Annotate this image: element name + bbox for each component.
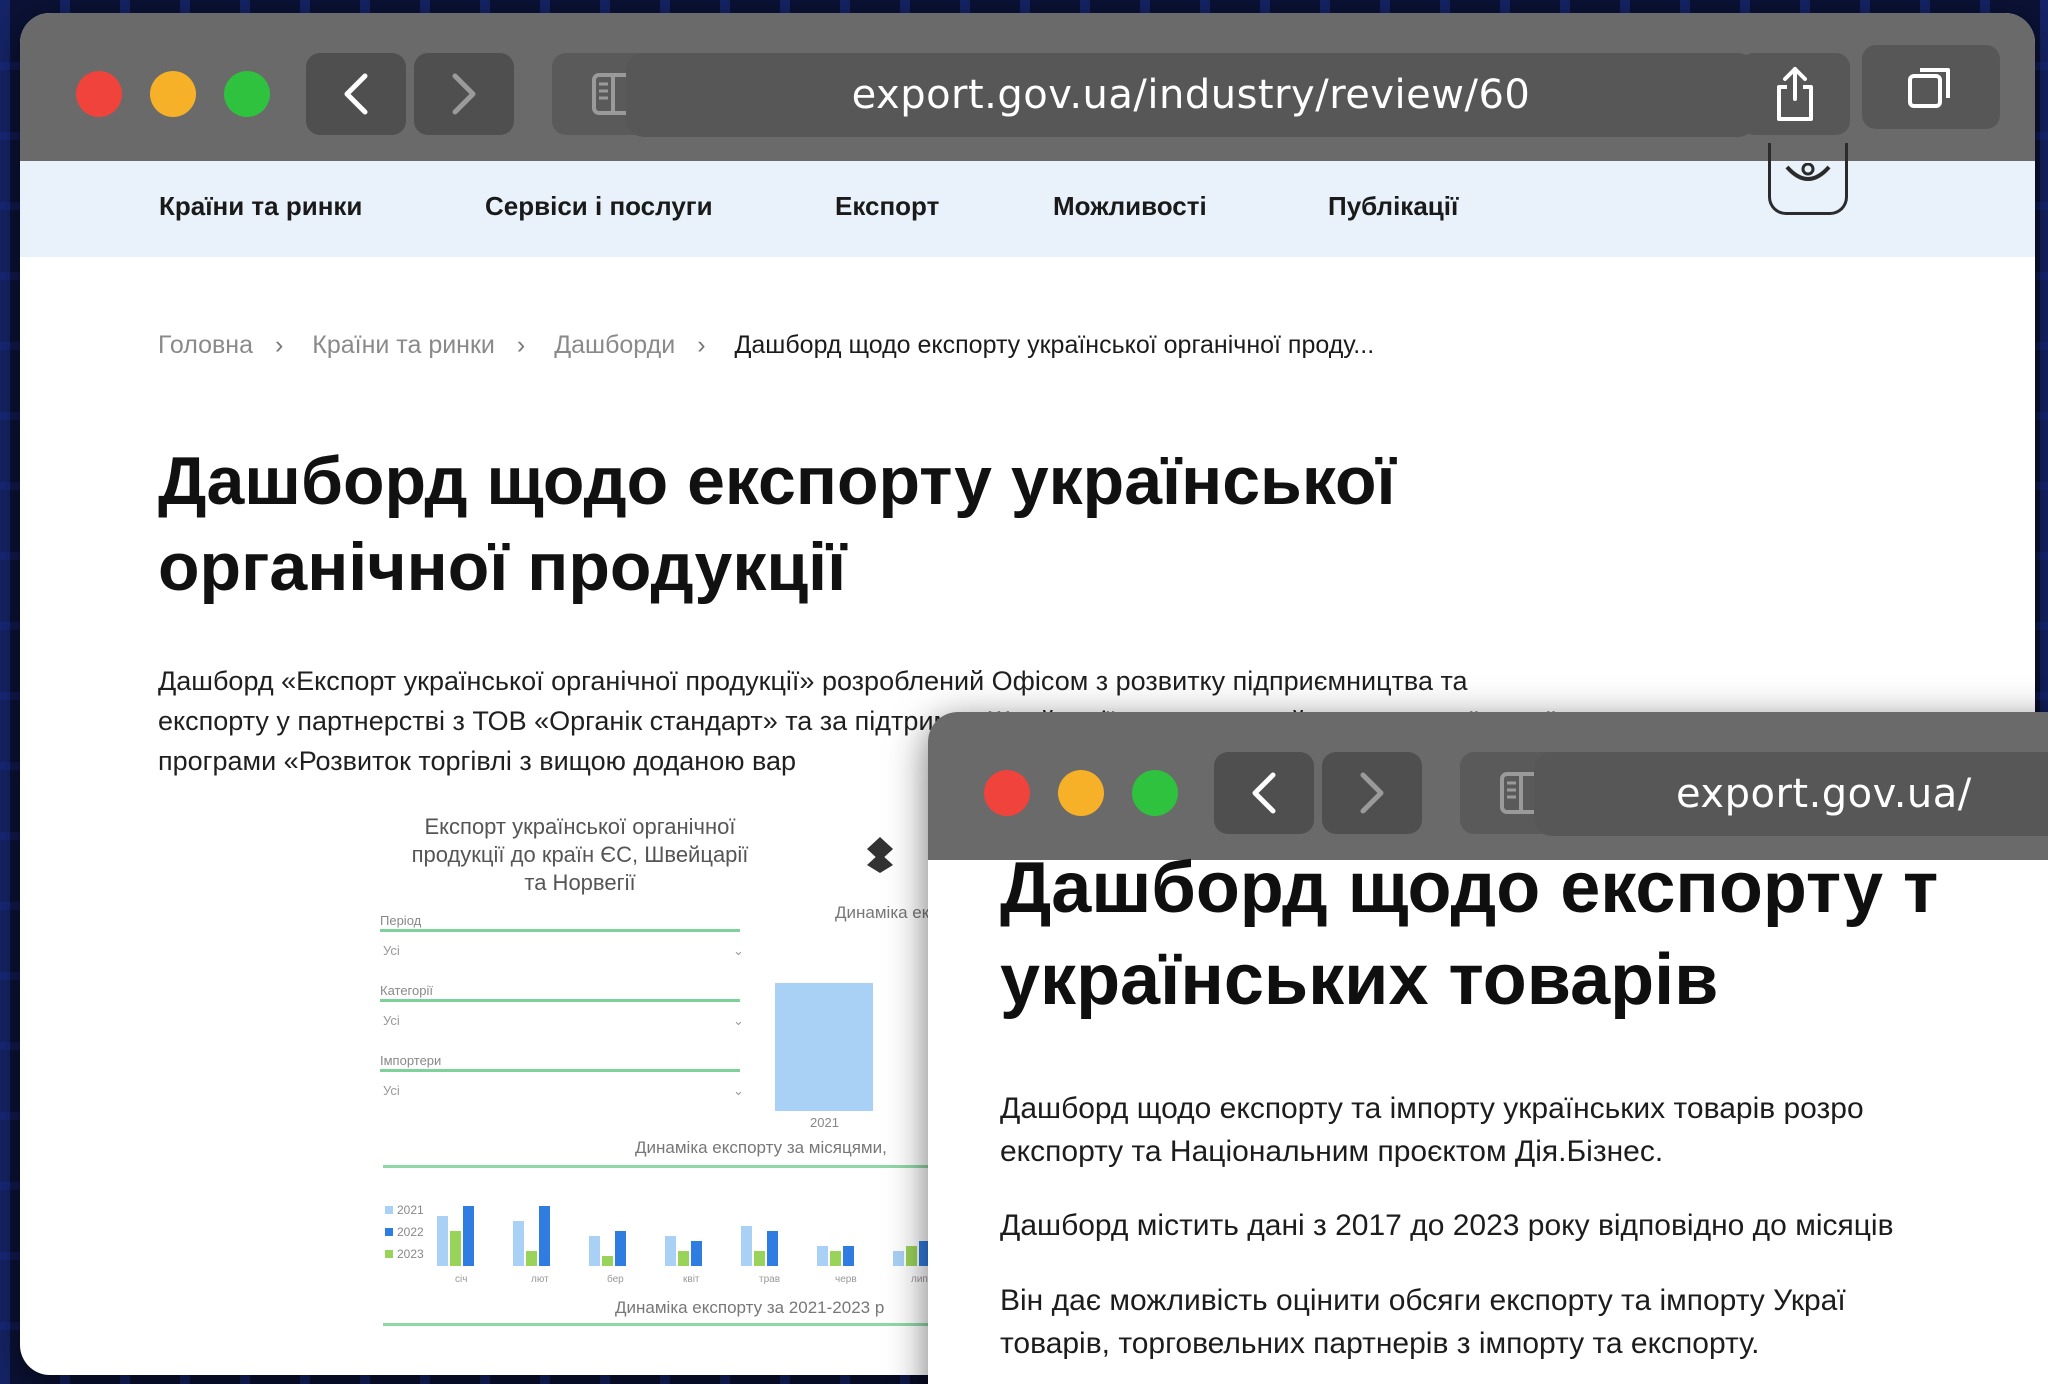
- chart-bar[interactable]: [754, 1251, 765, 1266]
- nav-item-services[interactable]: Сервіси і послуги: [485, 191, 713, 222]
- browser-toolbar: export.gov.ua/: [928, 712, 2048, 860]
- browser-window-secondary: export.gov.ua/ Дашборд щодо експорту т у…: [928, 712, 2048, 1384]
- url-text: export.gov.ua/: [1676, 771, 1972, 817]
- breadcrumb-home[interactable]: Головна: [158, 331, 253, 359]
- forward-button[interactable]: [414, 53, 514, 135]
- chart-tick-label: квіт: [683, 1274, 700, 1285]
- filter-category-label: Категорії: [380, 983, 433, 998]
- back-button[interactable]: [1214, 752, 1314, 834]
- chart-tick-label: бер: [607, 1273, 624, 1285]
- chart-tick-label: лют: [531, 1274, 549, 1285]
- browser-toolbar: export.gov.ua/industry/review/60: [20, 13, 2035, 161]
- paragraph-capabilities: Він дає можливість оцінити обсяги експор…: [1000, 1284, 1846, 1360]
- address-bar[interactable]: export.gov.ua/industry/review/60: [626, 53, 1784, 137]
- filter-importer-label: Імпортери: [380, 1053, 442, 1068]
- share-icon: [1777, 67, 1813, 121]
- chart-bar[interactable]: [437, 1216, 448, 1266]
- chart-tick-label: черв: [835, 1274, 857, 1285]
- chart-bar[interactable]: [906, 1246, 917, 1266]
- chart-tick-label: 2021: [810, 1115, 839, 1130]
- filter-period-label: Період: [380, 913, 422, 928]
- close-window-button[interactable]: [76, 71, 122, 117]
- chart-bar[interactable]: [450, 1231, 461, 1266]
- chart-bar[interactable]: [830, 1251, 841, 1266]
- chart-bar[interactable]: [665, 1236, 676, 1266]
- url-text: export.gov.ua/industry/review/60: [851, 72, 1531, 118]
- chart-caption-annual: Динаміка ек: [835, 903, 930, 922]
- nav-item-export[interactable]: Експорт: [835, 191, 939, 222]
- chart-tick-label: лип: [911, 1274, 928, 1285]
- tabs-overview-button[interactable]: [1862, 45, 2000, 129]
- chart-bar[interactable]: [843, 1246, 854, 1266]
- filter-importer-select[interactable]: Усі: [383, 1083, 400, 1098]
- minimize-window-button[interactable]: [1058, 770, 1104, 816]
- legend-item: 2023: [397, 1247, 424, 1261]
- legend-item: 2021: [397, 1203, 424, 1217]
- chevron-down-icon: ⌄: [733, 1083, 744, 1098]
- chart-bar[interactable]: [526, 1251, 537, 1266]
- close-window-button[interactable]: [984, 770, 1030, 816]
- filter-period-select[interactable]: Усі: [383, 943, 400, 958]
- chart-bar[interactable]: [678, 1251, 689, 1266]
- site-navigation: Країни та ринки Сервіси і послуги Експор…: [20, 161, 2035, 257]
- chart-bar[interactable]: [589, 1236, 600, 1266]
- chart-tick-label: січ: [455, 1274, 467, 1285]
- filter-divider: [380, 1069, 740, 1072]
- chart-bar[interactable]: [513, 1221, 524, 1266]
- eye-icon: [1785, 162, 1831, 181]
- legend-swatch: [385, 1228, 393, 1236]
- nav-item-opportunities[interactable]: Можливості: [1053, 191, 1207, 222]
- legend-item: 2022: [397, 1225, 424, 1239]
- chevron-right-icon: [1360, 772, 1384, 814]
- paragraph-period: Дашборд містить дані з 2017 до 2023 року…: [1000, 1209, 1894, 1242]
- dashboard-title: Експорт української органічної продукції…: [411, 814, 749, 895]
- tabs-icon: [1908, 68, 1950, 108]
- organic-standard-logo-icon: [867, 837, 893, 873]
- chart-bar[interactable]: [893, 1251, 904, 1266]
- filter-divider: [380, 929, 740, 932]
- filter-category-select[interactable]: Усі: [383, 1013, 400, 1028]
- chart-bar-annual: [775, 983, 873, 1111]
- chart-legend: 2021 2022 2023: [385, 1203, 424, 1261]
- breadcrumb-dashboards[interactable]: Дашборди: [554, 331, 675, 359]
- chart-bar[interactable]: [463, 1206, 474, 1266]
- nav-item-publications[interactable]: Публікації: [1328, 191, 1458, 222]
- chevron-right-icon: ›: [697, 331, 706, 359]
- chart-bar[interactable]: [602, 1256, 613, 1266]
- filter-divider: [380, 999, 740, 1002]
- chevron-down-icon: ⌄: [733, 943, 744, 958]
- chart-bar[interactable]: [539, 1206, 550, 1266]
- chart-caption-yearly: Динаміка експорту за 2021-2023 р: [615, 1298, 885, 1317]
- chart-bar[interactable]: [741, 1226, 752, 1266]
- accessibility-button[interactable]: [1768, 143, 1848, 215]
- chart-caption-monthly: Динаміка експорту за місяцями,: [635, 1138, 887, 1157]
- page-title: Дашборд щодо експорту т українських това…: [1000, 848, 1939, 1020]
- paragraph-description: Дашборд щодо експорту та імпорту українс…: [1000, 1092, 1864, 1168]
- chevron-right-icon: [452, 73, 476, 115]
- chevron-left-icon: [344, 73, 368, 115]
- share-button[interactable]: [1740, 53, 1850, 135]
- chart-bar[interactable]: [817, 1246, 828, 1266]
- forward-button[interactable]: [1322, 752, 1422, 834]
- nav-item-countries[interactable]: Країни та ринки: [159, 191, 362, 222]
- chevron-down-icon: ⌄: [733, 1013, 744, 1028]
- chevron-right-icon: ›: [274, 331, 284, 359]
- chart-bar[interactable]: [691, 1241, 702, 1266]
- breadcrumb-current: Дашборд щодо експорту української органі…: [734, 331, 1375, 359]
- legend-swatch: [385, 1206, 393, 1214]
- chart-bar[interactable]: [615, 1231, 626, 1266]
- chart-bar[interactable]: [767, 1231, 778, 1266]
- page-title: Дашборд щодо експорту української органі…: [158, 443, 1396, 605]
- chevron-left-icon: [1252, 772, 1276, 814]
- back-button[interactable]: [306, 53, 406, 135]
- address-bar[interactable]: export.gov.ua/: [1534, 752, 2048, 836]
- legend-swatch: [385, 1250, 393, 1258]
- breadcrumb: Головна › Країни та ринки › Дашборди › Дашб…: [158, 331, 1396, 360]
- zoom-window-button[interactable]: [224, 71, 270, 117]
- zoom-window-button[interactable]: [1132, 770, 1178, 816]
- breadcrumb-countries[interactable]: Країни та ринки: [312, 331, 495, 359]
- minimize-window-button[interactable]: [150, 71, 196, 117]
- chevron-right-icon: ›: [516, 331, 526, 359]
- chart-tick-label: трав: [759, 1274, 780, 1285]
